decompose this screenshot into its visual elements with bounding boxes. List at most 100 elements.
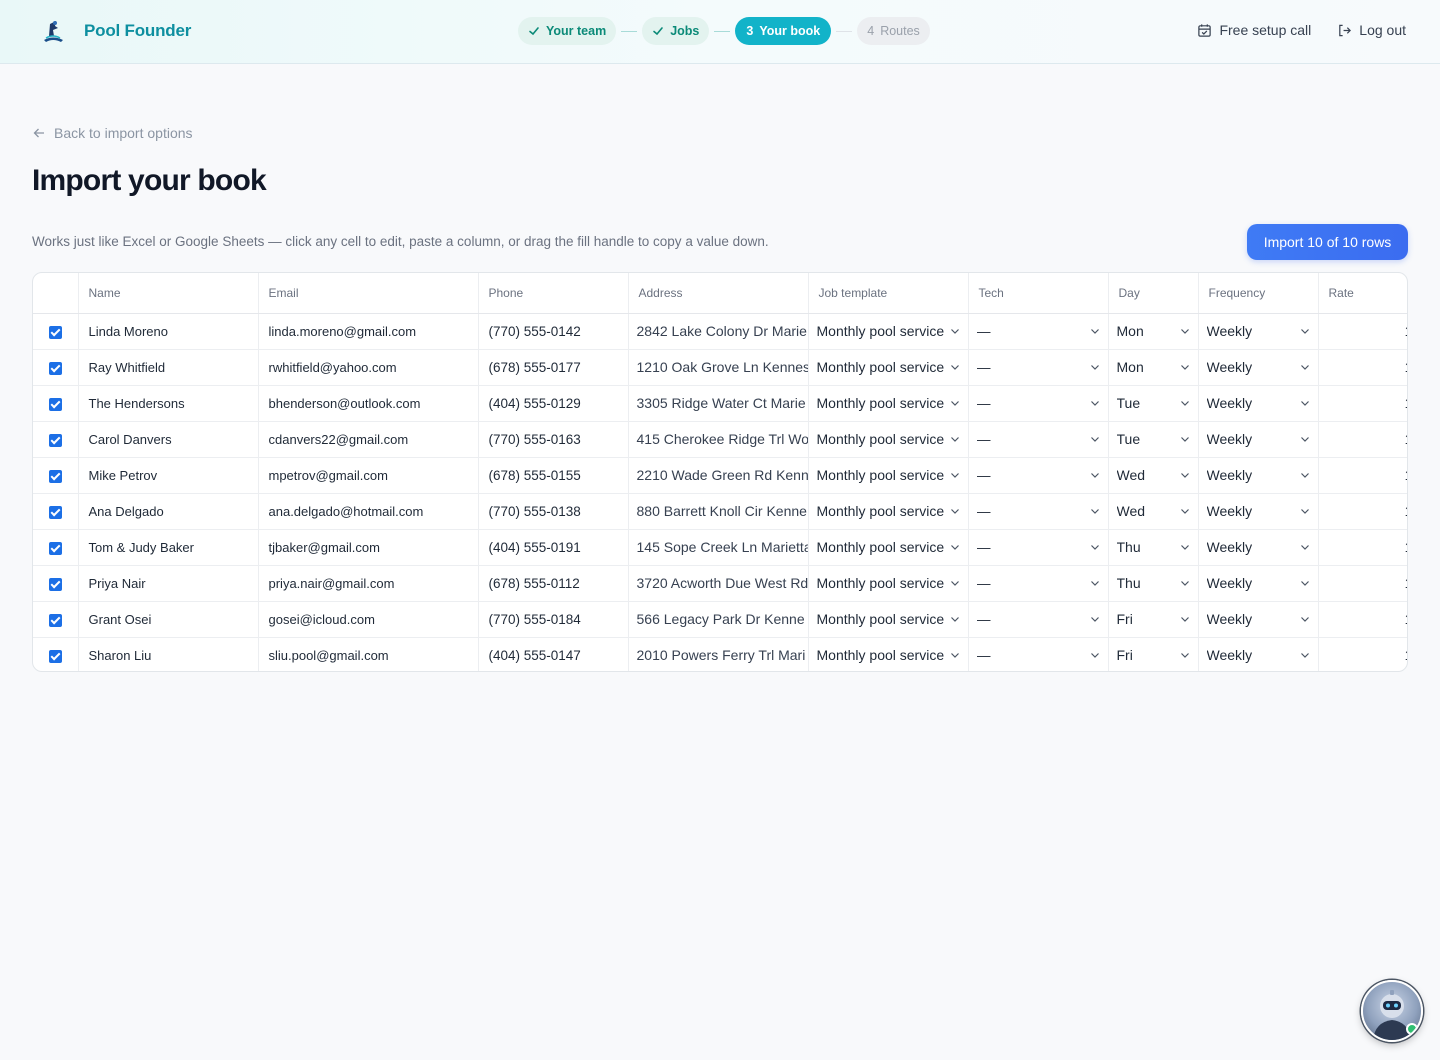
assistant-avatar-button[interactable] [1361, 980, 1423, 1042]
row-checkbox[interactable] [48, 613, 62, 627]
cell-rate[interactable]: 155 [1318, 637, 1407, 671]
column-header-address[interactable]: Address [628, 273, 809, 314]
cell-email[interactable]: ana.delgado@hotmail.com [258, 493, 479, 530]
table-row[interactable]: Carol Danvers cdanvers22@gmail.com (770) 5… [33, 421, 1407, 458]
cell-email[interactable]: bhenderson@outlook.com [258, 385, 479, 422]
column-header-tech[interactable]: Tech [968, 273, 1109, 314]
row-select-cell[interactable] [33, 385, 79, 422]
cell-rate[interactable]: 190 [1318, 601, 1407, 638]
step-jobs[interactable]: Jobs [642, 17, 710, 45]
cell-rate[interactable]: 165 [1318, 349, 1407, 386]
cell-address[interactable]: 3720 Acworth Due West Rd [628, 565, 809, 602]
cell-frequency-select[interactable]: Weekly [1198, 421, 1319, 458]
cell-address[interactable]: 2842 Lake Colony Dr Marie [628, 313, 809, 350]
cell-email[interactable]: cdanvers22@gmail.com [258, 421, 479, 458]
cell-frequency-select[interactable]: Weekly [1198, 565, 1319, 602]
cell-rate[interactable]: 195 [1318, 385, 1407, 422]
row-checkbox[interactable] [48, 433, 62, 447]
cell-email[interactable]: tjbaker@gmail.com [258, 529, 479, 566]
cell-phone[interactable]: (770) 555-0163 [478, 421, 629, 458]
cell-name[interactable]: Priya Nair [78, 565, 259, 602]
cell-day-select[interactable]: Fri [1108, 637, 1199, 671]
table-row[interactable]: Sharon Liu sliu.pool@gmail.com (404) 555-0… [33, 637, 1407, 671]
row-select-cell[interactable] [33, 637, 79, 671]
step-your-book[interactable]: 3 Your book [735, 17, 832, 45]
table-row[interactable]: Mike Petrov mpetrov@gmail.com (678) 555-01… [33, 457, 1407, 494]
cell-job-template-select[interactable]: Monthly pool service [808, 385, 969, 422]
cell-tech-select[interactable]: — [968, 493, 1109, 530]
row-select-cell[interactable] [33, 421, 79, 458]
cell-tech-select[interactable]: — [968, 565, 1109, 602]
cell-phone[interactable]: (770) 555-0142 [478, 313, 629, 350]
cell-frequency-select[interactable]: Weekly [1198, 637, 1319, 671]
step-your-team[interactable]: Your team [518, 17, 617, 45]
column-header-email[interactable]: Email [258, 273, 479, 314]
cell-day-select[interactable]: Fri [1108, 601, 1199, 638]
row-checkbox[interactable] [48, 541, 62, 555]
cell-phone[interactable]: (678) 555-0155 [478, 457, 629, 494]
cell-frequency-select[interactable]: Weekly [1198, 493, 1319, 530]
cell-tech-select[interactable]: — [968, 601, 1109, 638]
cell-frequency-select[interactable]: Weekly [1198, 457, 1319, 494]
cell-day-select[interactable]: Tue [1108, 421, 1199, 458]
column-header-name[interactable]: Name [78, 273, 259, 314]
row-select-cell[interactable] [33, 349, 79, 386]
cell-frequency-select[interactable]: Weekly [1198, 313, 1319, 350]
column-header-job-template[interactable]: Job template [808, 273, 969, 314]
row-select-cell[interactable] [33, 313, 79, 350]
cell-tech-select[interactable]: — [968, 313, 1109, 350]
cell-address[interactable]: 2010 Powers Ferry Trl Mari [628, 637, 809, 671]
row-select-cell[interactable] [33, 565, 79, 602]
cell-job-template-select[interactable]: Monthly pool service [808, 349, 969, 386]
cell-tech-select[interactable]: — [968, 421, 1109, 458]
cell-email[interactable]: mpetrov@gmail.com [258, 457, 479, 494]
column-header-frequency[interactable]: Frequency [1198, 273, 1319, 314]
step-routes[interactable]: 4 Routes [857, 17, 930, 45]
row-select-cell[interactable] [33, 493, 79, 530]
cell-rate[interactable]: 175 [1318, 565, 1407, 602]
cell-day-select[interactable]: Mon [1108, 349, 1199, 386]
cell-rate[interactable]: 170 [1318, 457, 1407, 494]
cell-frequency-select[interactable]: Weekly [1198, 529, 1319, 566]
cell-phone[interactable]: (770) 555-0184 [478, 601, 629, 638]
cell-email[interactable]: gosei@icloud.com [258, 601, 479, 638]
cell-address[interactable]: 2210 Wade Green Rd Kenn [628, 457, 809, 494]
cell-job-template-select[interactable]: Monthly pool service [808, 529, 969, 566]
cell-name[interactable]: Sharon Liu [78, 637, 259, 671]
column-header-phone[interactable]: Phone [478, 273, 629, 314]
column-header-rate[interactable]: Rate [1318, 273, 1407, 314]
cell-job-template-select[interactable]: Monthly pool service [808, 313, 969, 350]
brand[interactable]: Pool Founder [38, 16, 191, 46]
cell-day-select[interactable]: Mon [1108, 313, 1199, 350]
cell-name[interactable]: Linda Moreno [78, 313, 259, 350]
cell-frequency-select[interactable]: Weekly [1198, 385, 1319, 422]
cell-job-template-select[interactable]: Monthly pool service [808, 421, 969, 458]
cell-day-select[interactable]: Thu [1108, 565, 1199, 602]
row-checkbox[interactable] [48, 649, 62, 663]
table-row[interactable]: Tom & Judy Baker tjbaker@gmail.com (404) 5… [33, 529, 1407, 566]
row-select-cell[interactable] [33, 601, 79, 638]
cell-address[interactable]: 145 Sope Creek Ln Marietta [628, 529, 809, 566]
cell-tech-select[interactable]: — [968, 637, 1109, 671]
table-row[interactable]: Linda Moreno linda.moreno@gmail.com (770) … [33, 313, 1407, 350]
table-row[interactable]: Grant Osei gosei@icloud.com (770) 555-0184… [33, 601, 1407, 638]
row-checkbox[interactable] [48, 361, 62, 375]
cell-name[interactable]: Tom & Judy Baker [78, 529, 259, 566]
cell-job-template-select[interactable]: Monthly pool service [808, 565, 969, 602]
import-rows-button[interactable]: Import 10 of 10 rows [1247, 224, 1408, 260]
cell-phone[interactable]: (404) 555-0129 [478, 385, 629, 422]
table-row[interactable]: Ray Whitfield rwhitfield@yahoo.com (678) 5… [33, 349, 1407, 386]
table-row[interactable]: Priya Nair priya.nair@gmail.com (678) 555-… [33, 565, 1407, 602]
row-checkbox[interactable] [48, 325, 62, 339]
row-checkbox[interactable] [48, 577, 62, 591]
free-setup-call-link[interactable]: Free setup call [1197, 22, 1311, 38]
cell-email[interactable]: sliu.pool@gmail.com [258, 637, 479, 671]
cell-rate[interactable]: 160 [1318, 529, 1407, 566]
cell-tech-select[interactable]: — [968, 457, 1109, 494]
cell-name[interactable]: Ana Delgado [78, 493, 259, 530]
cell-job-template-select[interactable]: Monthly pool service [808, 601, 969, 638]
cell-job-template-select[interactable]: Monthly pool service [808, 493, 969, 530]
row-checkbox[interactable] [48, 505, 62, 519]
cell-email[interactable]: priya.nair@gmail.com [258, 565, 479, 602]
cell-phone[interactable]: (678) 555-0112 [478, 565, 629, 602]
